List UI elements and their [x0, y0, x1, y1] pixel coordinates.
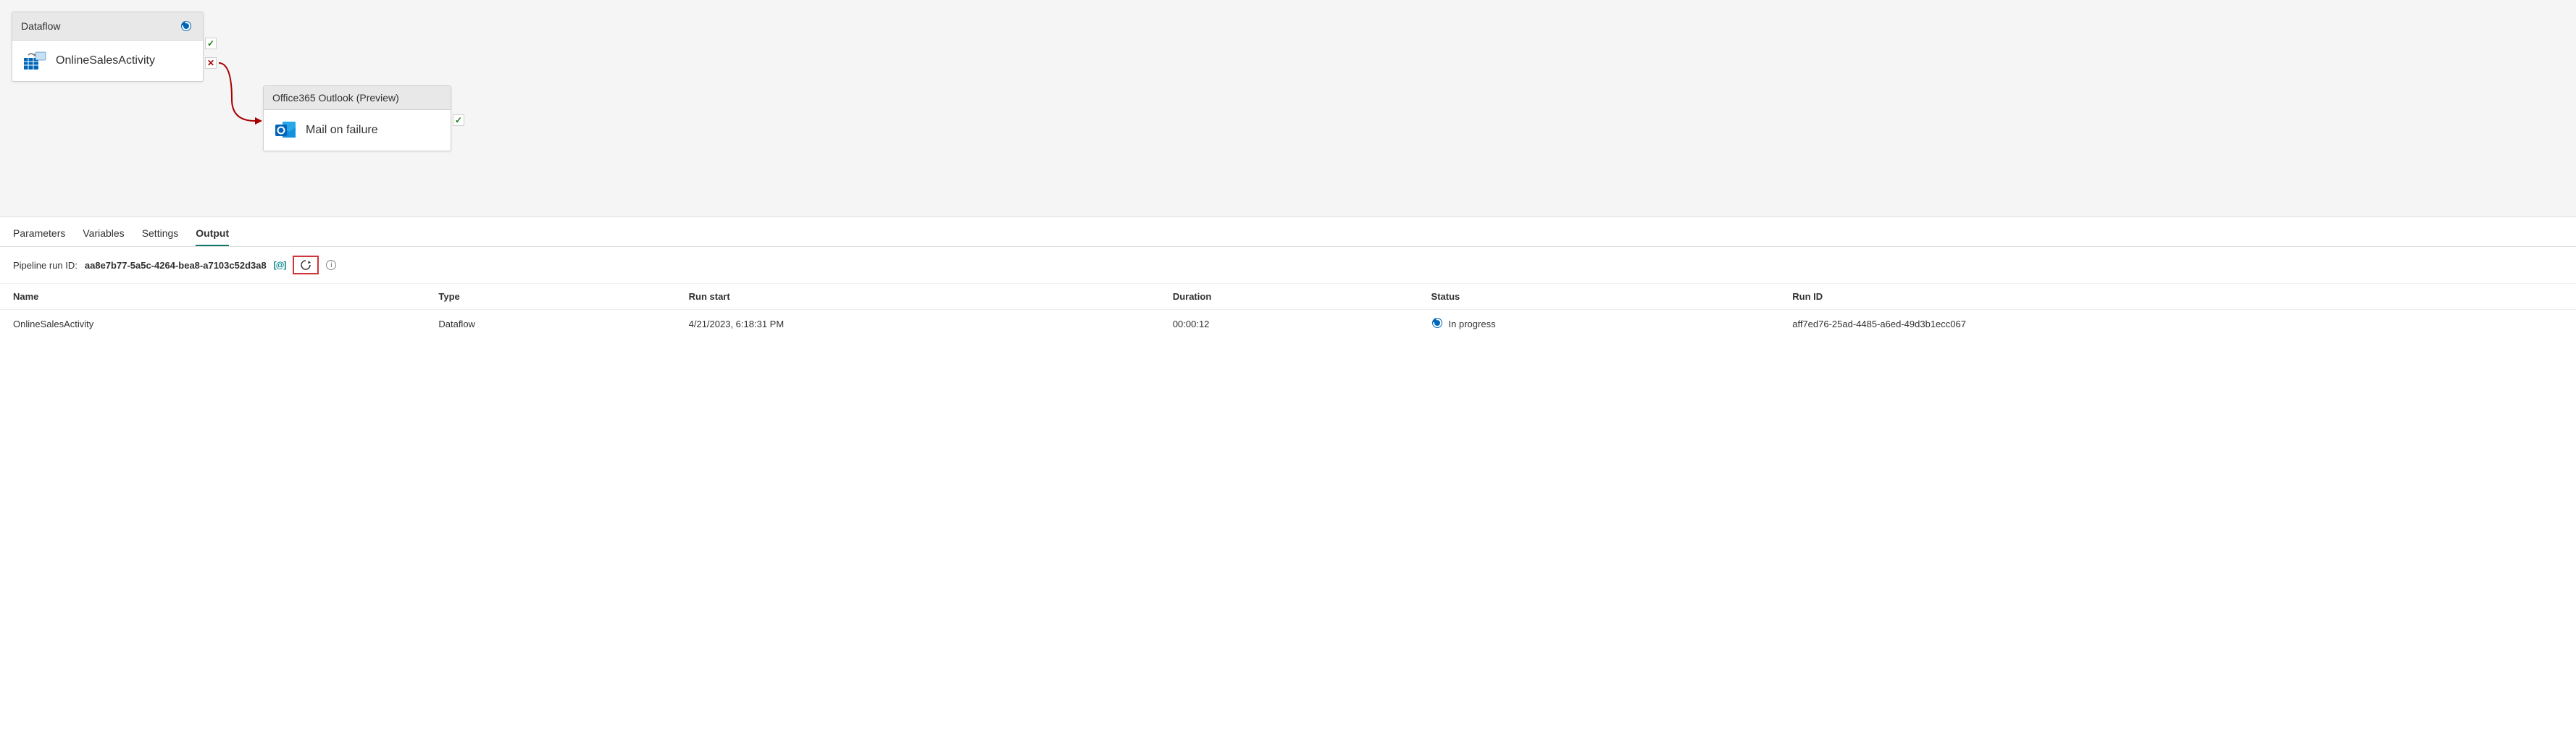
activity-body: Mail on failure [264, 110, 451, 151]
activity-name: Mail on failure [306, 124, 378, 137]
tab-variables[interactable]: Variables [83, 223, 124, 246]
activity-header: Office365 Outlook (Preview) [264, 86, 451, 110]
col-runstart[interactable]: Run start [676, 284, 1160, 310]
activity-outlook[interactable]: Office365 Outlook (Preview) Mail on fail… [263, 85, 451, 151]
pipeline-run-bar: Pipeline run ID: aa8e7b77-5a5c-4264-bea8… [0, 247, 2576, 284]
info-icon[interactable]: i [326, 260, 336, 270]
cell-type: Dataflow [425, 310, 675, 339]
col-duration[interactable]: Duration [1160, 284, 1418, 310]
check-icon: ✓ [455, 115, 462, 125]
cell-runid: aff7ed76-25ad-4485-a6ed-49d3b1ecc067 [1779, 310, 2576, 339]
dataflow-icon [24, 51, 47, 71]
cell-status: In progress [1418, 310, 1780, 339]
tab-parameters[interactable]: Parameters [13, 223, 65, 246]
pipeline-canvas[interactable]: Dataflow OnlineSalesActivity [0, 0, 2576, 217]
copy-runid-icon[interactable]: [@] [274, 260, 286, 270]
outlook-icon [275, 120, 297, 140]
x-icon: ✕ [207, 58, 214, 68]
col-name[interactable]: Name [0, 284, 425, 310]
refresh-button[interactable] [293, 256, 319, 274]
cell-duration: 00:00:12 [1160, 310, 1418, 339]
pipeline-run-id: aa8e7b77-5a5c-4264-bea8-a7103c52d3a8 [85, 260, 267, 271]
port-on-failure[interactable]: ✕ [205, 57, 217, 69]
in-progress-icon [1431, 317, 1443, 331]
activity-status-in-progress-icon [178, 18, 194, 34]
failure-connector [219, 63, 262, 125]
status-text: In progress [1449, 319, 1496, 329]
cell-runstart: 4/21/2023, 6:18:31 PM [676, 310, 1160, 339]
activity-type-label: Dataflow [21, 20, 60, 32]
port-on-success[interactable]: ✓ [205, 38, 217, 49]
table-row[interactable]: OnlineSalesActivity Dataflow 4/21/2023, … [0, 310, 2576, 339]
tab-output[interactable]: Output [196, 223, 229, 246]
port-on-success[interactable]: ✓ [453, 114, 464, 126]
activity-type-label: Office365 Outlook (Preview) [272, 92, 399, 104]
col-type[interactable]: Type [425, 284, 675, 310]
activity-header: Dataflow [12, 12, 203, 41]
output-tabs: Parameters Variables Settings Output [0, 217, 2576, 247]
col-status[interactable]: Status [1418, 284, 1780, 310]
activity-dataflow[interactable]: Dataflow OnlineSalesActivity [12, 12, 204, 82]
activity-name: OnlineSalesActivity [56, 54, 155, 67]
output-table: Name Type Run start Duration Status Run … [0, 284, 2576, 338]
activity-body: OnlineSalesActivity [12, 41, 203, 81]
tab-settings[interactable]: Settings [142, 223, 179, 246]
cell-name: OnlineSalesActivity [0, 310, 425, 339]
pipeline-run-label: Pipeline run ID: [13, 260, 78, 271]
check-icon: ✓ [207, 38, 214, 49]
col-runid[interactable]: Run ID [1779, 284, 2576, 310]
